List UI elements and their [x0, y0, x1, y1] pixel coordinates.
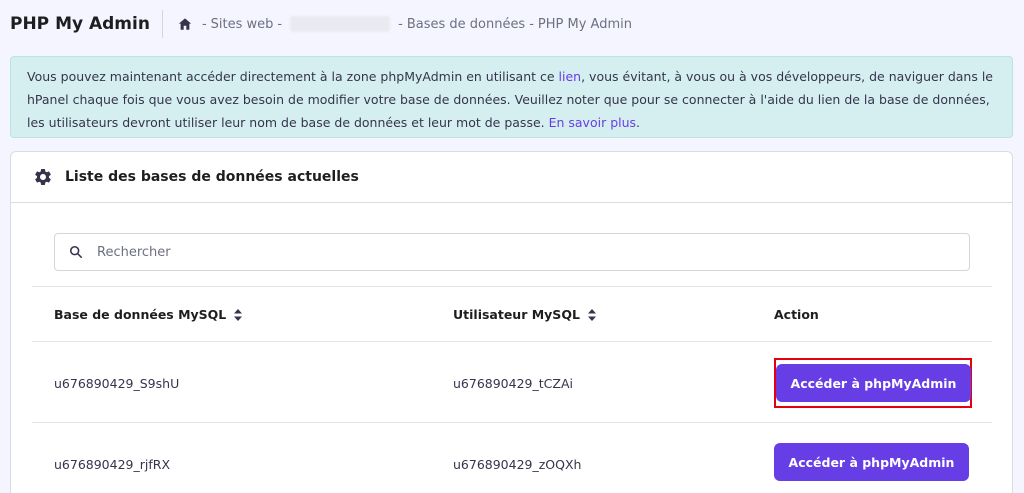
banner-trailing: .: [636, 115, 641, 130]
page-header: PHP My Admin - Sites web - - Bases de do…: [0, 0, 1024, 48]
row-user: u676890429_zOQXh: [453, 456, 582, 472]
sort-icon[interactable]: [234, 308, 243, 321]
row-database: u676890429_S9shU: [54, 375, 180, 391]
column-header-user-label: Utilisateur MySQL: [453, 307, 580, 322]
page-title: PHP My Admin: [10, 14, 150, 34]
info-banner: Vous pouvez maintenant accéder directeme…: [10, 56, 1013, 138]
access-phpmyadmin-button[interactable]: Accéder à phpMyAdmin: [776, 364, 971, 402]
breadcrumb-databases[interactable]: Bases de données: [407, 17, 525, 32]
access-phpmyadmin-button[interactable]: Accéder à phpMyAdmin: [774, 443, 969, 481]
database-list-card: Liste des bases de données actuelles Bas…: [10, 151, 1013, 493]
table-row: u676890429_S9shU u676890429_tCZAi Accéde…: [32, 343, 992, 423]
card-title: Liste des bases de données actuelles: [65, 169, 359, 185]
column-header-database-label: Base de données MySQL: [54, 307, 227, 322]
breadcrumb-separator: -: [398, 16, 403, 32]
column-header-database[interactable]: Base de données MySQL: [54, 287, 243, 342]
breadcrumb-separator: -: [277, 16, 283, 32]
row-database: u676890429_rjfRX: [54, 456, 171, 472]
table-row: u676890429_rjfRX u676890429_zOQXh Accéde…: [32, 424, 992, 493]
search-input[interactable]: [97, 244, 969, 260]
breadcrumb-separator: -: [529, 16, 534, 32]
breadcrumb: - Sites web - - Bases de données - PHP M…: [178, 16, 632, 32]
card-header: Liste des bases de données actuelles: [11, 152, 1012, 203]
column-header-action: Action: [774, 307, 819, 322]
header-divider: [161, 10, 163, 38]
search-icon: [69, 245, 83, 259]
banner-link[interactable]: lien: [559, 69, 582, 84]
column-header-user[interactable]: Utilisateur MySQL: [453, 287, 596, 342]
breadcrumb-site-redacted[interactable]: [290, 16, 391, 32]
table-header: Base de données MySQL Utilisateur MySQL …: [32, 287, 992, 342]
home-icon[interactable]: [178, 17, 192, 31]
row-user: u676890429_tCZAi: [453, 375, 573, 391]
gear-icon: [33, 167, 53, 187]
search-box[interactable]: [54, 233, 970, 271]
breadcrumb-current: PHP My Admin: [537, 16, 632, 32]
breadcrumb-sites[interactable]: Sites web: [211, 17, 274, 32]
sort-icon[interactable]: [587, 308, 596, 321]
banner-text-1: Vous pouvez maintenant accéder directeme…: [27, 69, 559, 84]
learn-more-link[interactable]: En savoir plus: [549, 115, 636, 130]
breadcrumb-separator: -: [201, 16, 207, 32]
